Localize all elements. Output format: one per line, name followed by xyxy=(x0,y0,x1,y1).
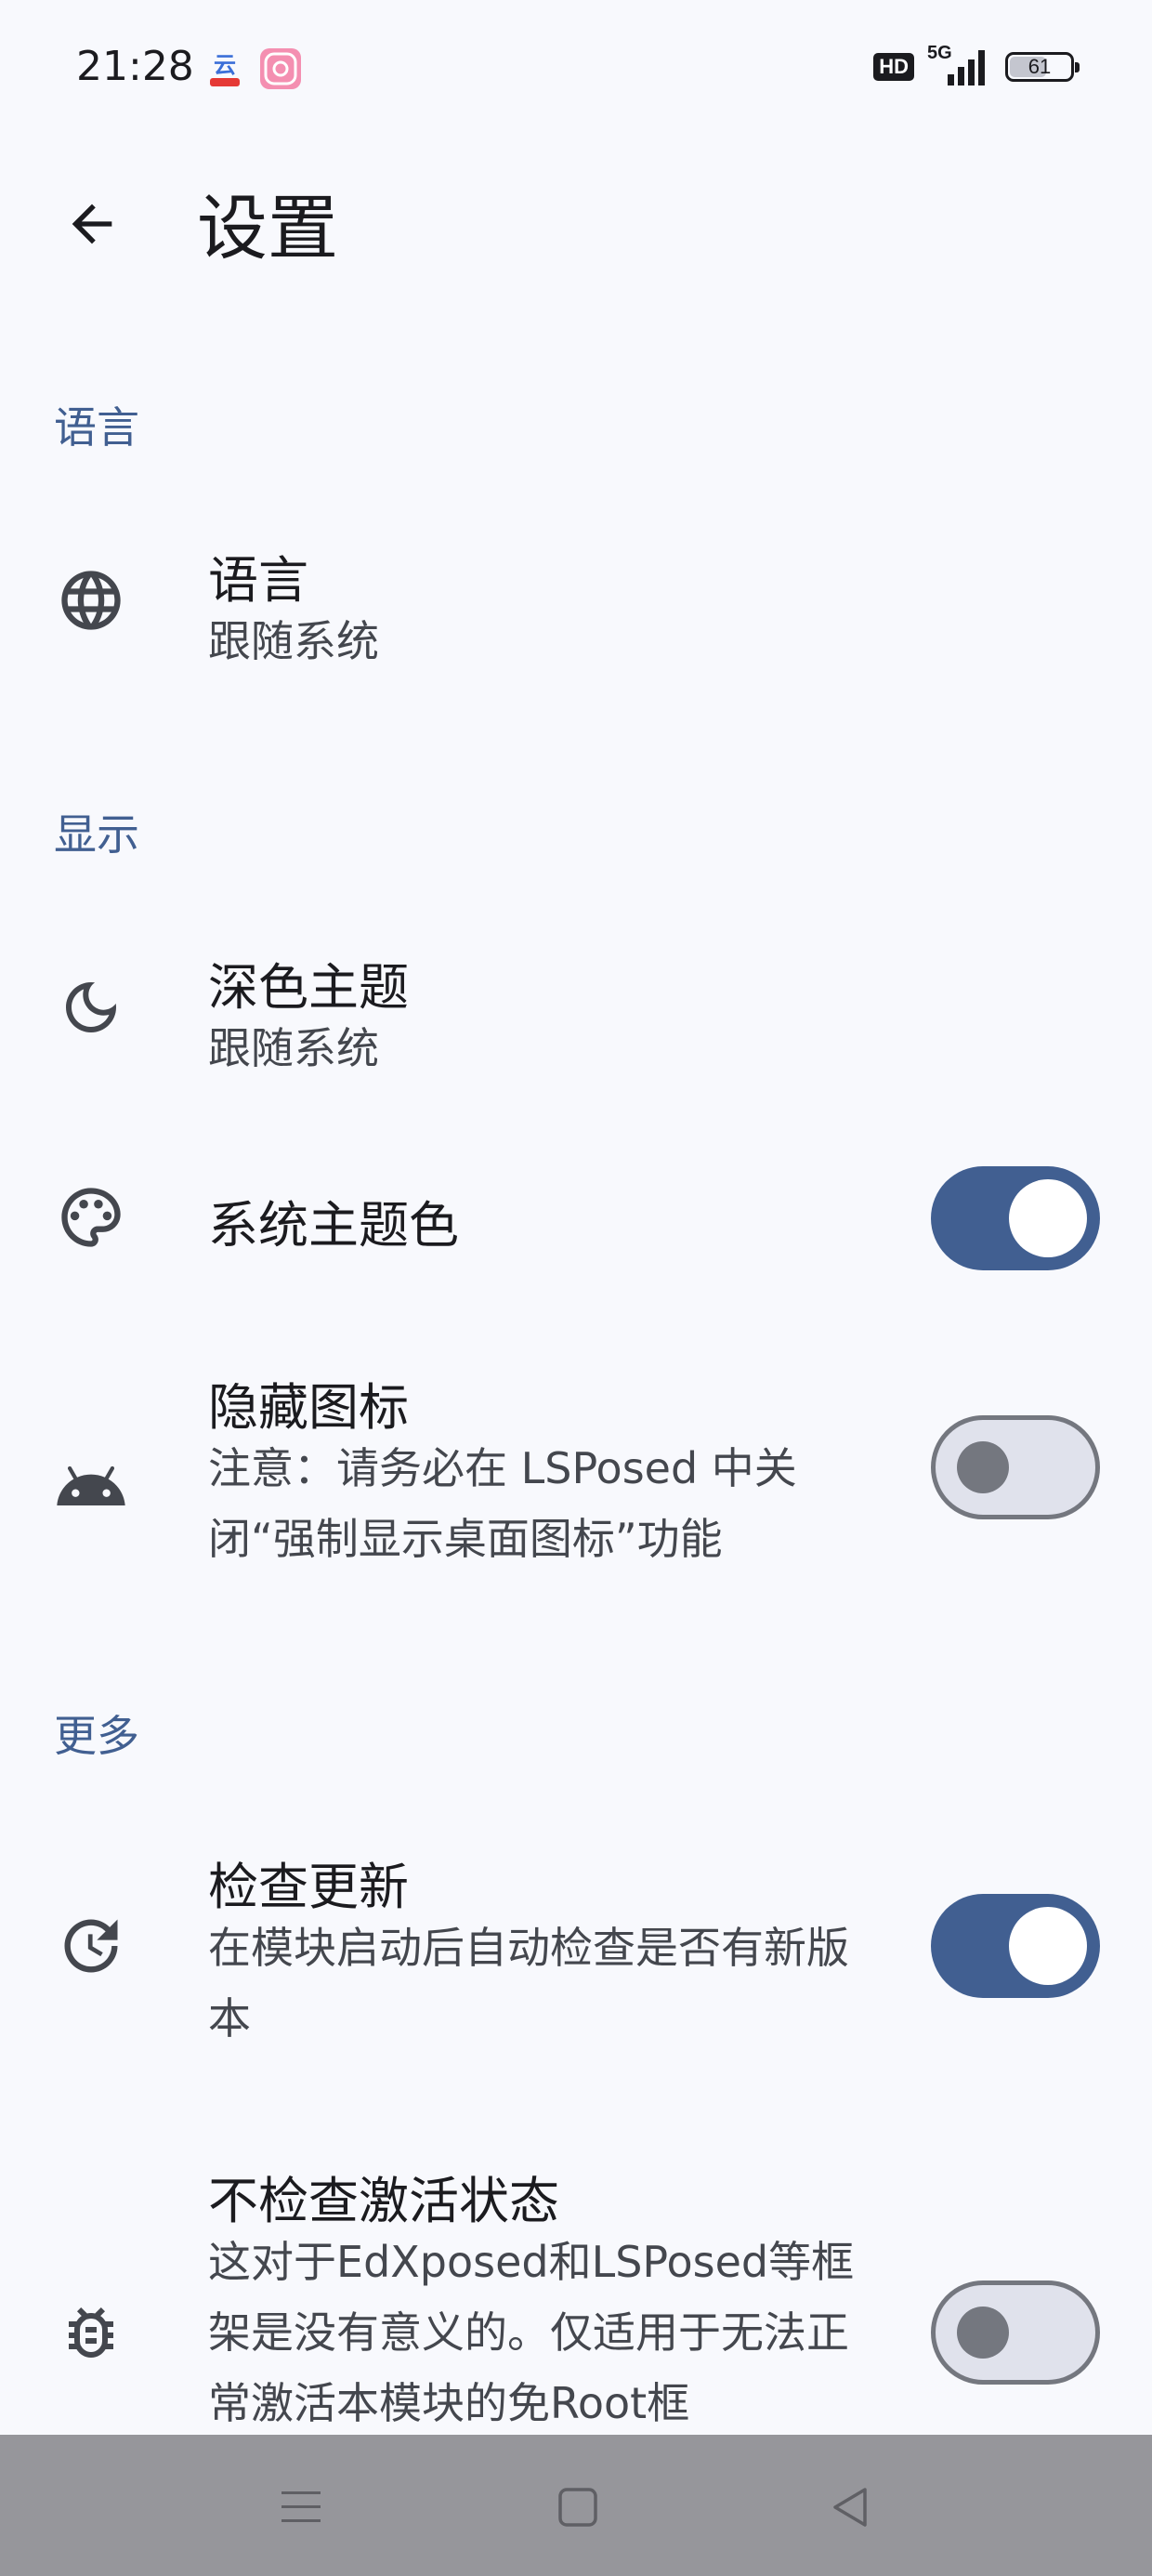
skip-activation-check-switch[interactable] xyxy=(931,2280,1100,2385)
back-arrow-icon xyxy=(72,204,112,244)
camera-app-icon xyxy=(260,48,301,89)
pref-skip-activation-check-title: 不检查激活状态 xyxy=(208,2172,559,2230)
menu-icon xyxy=(281,2491,321,2522)
pref-check-update[interactable]: 检查更新 在模块启动后自动检查是否有新版本 xyxy=(0,1836,1152,2078)
app-notification-icon: 云 xyxy=(204,48,245,89)
status-time: 21:28 xyxy=(76,43,194,90)
nav-menu-button[interactable] xyxy=(255,2461,347,2554)
pref-skip-activation-check-summary: 这对于EdXposed和LSPosed等框架是没有意义的。仅适用于无法正常激活本… xyxy=(208,2237,855,2428)
nav-back-button[interactable] xyxy=(805,2461,897,2554)
pref-check-update-title: 检查更新 xyxy=(208,1858,409,1916)
nav-home-button[interactable] xyxy=(531,2461,624,2554)
pref-hide-icon[interactable]: 隐藏图标 注意：请务必在 LSPosed 中关闭“强制显示桌面图标”功能 xyxy=(0,1357,1152,1598)
pref-language-summary: 跟随系统 xyxy=(208,616,379,666)
battery-level: 61 xyxy=(1028,55,1052,78)
svg-text:云: 云 xyxy=(214,52,236,78)
signal-icon: 5G xyxy=(927,43,992,87)
pref-system-theme-color[interactable]: 系统主题色 xyxy=(0,1143,1152,1292)
pref-dark-theme-title: 深色主题 xyxy=(208,958,409,1017)
pref-skip-activation-check[interactable]: 不检查激活状态 这对于EdXposed和LSPosed等框架是没有意义的。仅适用… xyxy=(0,2137,1152,2435)
section-header-language: 语言 xyxy=(54,402,139,453)
system-nav-bar xyxy=(0,2435,1152,2576)
palette-icon xyxy=(52,1178,130,1256)
hd-badge: HD xyxy=(873,53,914,81)
back-triangle-icon xyxy=(833,2488,867,2527)
globe-icon xyxy=(52,561,130,639)
android-icon xyxy=(52,1448,130,1526)
back-button[interactable] xyxy=(41,173,143,275)
bug-icon xyxy=(52,2293,130,2372)
pref-dark-theme-summary: 跟随系统 xyxy=(208,1023,379,1073)
home-square-icon xyxy=(558,2488,597,2527)
switch-thumb xyxy=(1009,1907,1087,1985)
pref-hide-icon-title: 隐藏图标 xyxy=(208,1378,409,1437)
pref-language-title: 语言 xyxy=(208,551,308,610)
check-update-switch[interactable] xyxy=(931,1894,1100,1998)
section-header-more: 更多 xyxy=(54,1711,139,1761)
pref-language[interactable]: 语言 跟随系统 xyxy=(0,520,1152,678)
pref-dark-theme[interactable]: 深色主题 跟随系统 xyxy=(0,929,1152,1087)
status-bar: 21:28 云 HD 5G 61 xyxy=(0,0,1152,139)
pref-hide-icon-summary: 注意：请务必在 LSPosed 中关闭“强制显示桌面图标”功能 xyxy=(208,1443,797,1564)
switch-thumb xyxy=(957,1441,1009,1493)
hide-icon-switch[interactable] xyxy=(931,1415,1100,1519)
app-bar: 设置 xyxy=(0,139,1152,288)
pref-check-update-summary: 在模块启动后自动检查是否有新版本 xyxy=(208,1923,849,2044)
battery-icon: 61 xyxy=(1005,52,1080,82)
page-title: 设置 xyxy=(197,187,338,269)
switch-thumb xyxy=(957,2307,1009,2359)
section-header-display: 显示 xyxy=(54,809,139,860)
system-theme-color-switch[interactable] xyxy=(931,1166,1100,1270)
pref-system-theme-color-title: 系统主题色 xyxy=(208,1196,459,1255)
switch-thumb xyxy=(1009,1179,1087,1257)
update-icon xyxy=(52,1907,130,1985)
moon-icon xyxy=(52,968,130,1046)
